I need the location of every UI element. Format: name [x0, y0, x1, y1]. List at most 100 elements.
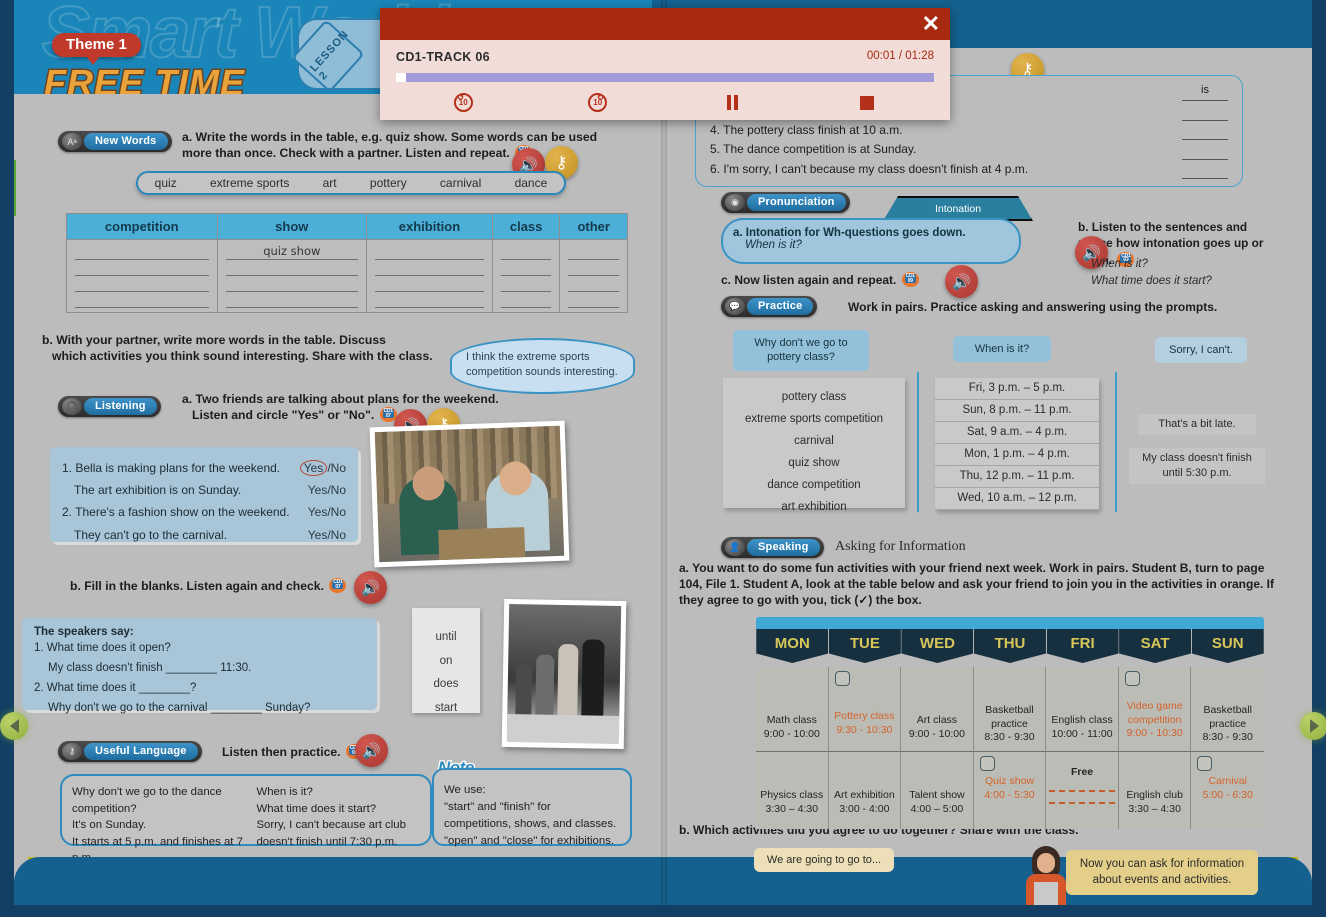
yes-no-answer[interactable]: Yes/No — [308, 524, 346, 546]
yes-no-answer[interactable]: Yes/No — [308, 501, 346, 523]
schedule-cell[interactable]: Free — [1046, 751, 1119, 829]
pause-button[interactable] — [665, 95, 800, 110]
grammar-answer-blank[interactable]: is — [1182, 82, 1228, 102]
list-item[interactable]: My class doesn't finish ________ 11:30. — [34, 658, 365, 678]
listening-instruction: a. Two friends are talking about plans f… — [182, 391, 512, 424]
close-icon[interactable]: ✕ — [922, 11, 940, 37]
speaking-badge: 👤 Speaking — [721, 537, 824, 558]
list-item[interactable]: Why don't we go to the carnival ________… — [34, 698, 365, 718]
activity-title: English club — [1126, 789, 1183, 801]
schedule-cell[interactable]: Basketball practice 8:30 - 9:30 — [973, 667, 1047, 751]
unit-title: FREE TIME — [42, 61, 246, 95]
table-cell-other[interactable] — [559, 239, 628, 313]
schedule-cell[interactable]: Math class 9:00 - 10:00 — [756, 667, 829, 751]
note-box: We use: "start" and "finish" for competi… — [432, 768, 632, 847]
practice-label: Practice — [747, 298, 814, 315]
schedule-cell[interactable]: English club 3:30 – 4:30 — [1118, 751, 1192, 829]
audio-controls: 10 ↺ 10 ↻ — [396, 92, 935, 112]
activity-time: 3:30 – 4:30 — [765, 802, 819, 815]
yes-no-answer[interactable]: Yes/No — [308, 479, 346, 501]
practice-times-card: Fri, 3 p.m. – 5 p.m. Sun, 8 p.m. – 11 p.… — [935, 378, 1099, 510]
audio-progress-bar[interactable] — [396, 73, 934, 82]
schedule-cell[interactable]: Basketball practice 8:30 - 9:30 — [1191, 667, 1264, 751]
list-item: It's on Sunday. — [72, 819, 147, 832]
pronunciation-a-example: When is it? — [745, 239, 802, 251]
app-window: Menu Smart World Theme 1 FREE TIME Can y… — [0, 0, 1326, 917]
useful-language-column-1: Why don't we go to the dance competition… — [72, 784, 256, 864]
grammar-answer-blank[interactable] — [1182, 160, 1228, 180]
table-cell-show[interactable]: quiz show — [216, 239, 368, 313]
stop-button[interactable] — [800, 95, 935, 110]
tick-checkbox[interactable] — [979, 756, 995, 771]
schedule-cell[interactable]: Quiz show 4:00 - 5:30 — [973, 751, 1047, 829]
speakers-say-panel: The speakers say: 1. What time does it o… — [22, 618, 377, 714]
next-page-button[interactable] — [1300, 712, 1326, 740]
activity-time: 9:00 - 10:00 — [763, 727, 820, 740]
table-header-cell: competition — [66, 213, 218, 240]
grammar-answer-blank[interactable] — [1182, 101, 1228, 121]
forward-10-button[interactable]: 10 ↻ — [588, 92, 608, 112]
schedule-cell[interactable]: Carnival 5:00 - 6:30 — [1191, 751, 1264, 829]
activity-title: Art exhibition — [834, 789, 895, 801]
list-item: 1. What time does it open? — [34, 642, 171, 654]
schedule-cell[interactable]: Art exhibition 3:00 - 4:00 — [828, 751, 902, 829]
word-bank-item: dance — [514, 176, 548, 190]
word-bank-item: carnival — [439, 176, 482, 190]
list-item[interactable]: 4. The pottery class finish at 10 a.m. — [710, 121, 1228, 141]
stop-icon — [859, 95, 874, 110]
tick-checkbox[interactable] — [834, 671, 850, 686]
fashion-runway-photo — [501, 598, 627, 750]
practice-bubble-2: When is it? — [953, 336, 1051, 363]
list-item: does — [433, 678, 459, 691]
list-item[interactable]: They can't go to the carnival. Yes/No — [62, 524, 346, 546]
list-item: until — [435, 631, 457, 643]
schedule-cell[interactable]: Pottery class 9:30 - 10:30 — [828, 667, 902, 751]
schedule-cell[interactable]: Talent show 4:00 – 5:00 — [901, 751, 974, 829]
list-item[interactable]: 1. Bella is making plans for the weekend… — [62, 457, 346, 479]
schedule-cell[interactable]: Physics class 3:30 – 4:30 — [756, 751, 829, 829]
speakers-say-header: The speakers say: — [34, 626, 134, 638]
schedule-cell[interactable]: English class 10:00 - 11:00 — [1046, 667, 1119, 751]
list-item[interactable]: 2. There's a fashion show on the weekend… — [62, 501, 346, 523]
tick-checkbox[interactable] — [1197, 756, 1213, 771]
list-item: extreme sports competition — [744, 413, 884, 426]
yes-no-answer[interactable]: Yes/No — [299, 457, 346, 479]
table-cell-competition[interactable] — [66, 239, 218, 313]
schedule-cell[interactable]: Art class 9:00 - 10:00 — [901, 667, 974, 751]
audio-dialog-header: ✕ — [380, 8, 950, 40]
list-item: pottery class — [781, 391, 847, 403]
side-bookmark-tab[interactable] — [14, 160, 16, 216]
pronunciation-label: Pronunciation — [747, 194, 846, 211]
day-header-thu: THU — [973, 629, 1047, 667]
audio-dialog-body: CD1-TRACK 06 00:01 / 01:28 10 ↺ 10 ↻ — [380, 40, 950, 120]
list-item: Sorry, I can't because art club doesn't … — [256, 819, 406, 848]
left-page: Smart World Theme 1 FREE TIME Can you • … — [14, 0, 727, 905]
cd-track-icon: CD1 07 — [329, 578, 347, 593]
tick-checkbox[interactable] — [1124, 671, 1140, 686]
table-cell-exhibition[interactable] — [366, 239, 493, 313]
activity-time: 3:00 - 4:00 — [839, 802, 890, 815]
list-item[interactable]: 2. What time does it ________? — [34, 678, 365, 698]
week-day-header-row: MON TUE WED THU FRI SAT SUN — [756, 629, 1264, 667]
list-item[interactable]: 5. The dance competition is at Sunday. — [710, 140, 1228, 160]
table-header-row: competition show exhibition class other — [66, 213, 628, 240]
grammar-answer-blank[interactable] — [1182, 140, 1228, 160]
audio-play-button-pron-c[interactable]: 🔊 — [945, 265, 978, 298]
schedule-cell[interactable]: Video game competition 9:00 - 10:30 — [1118, 667, 1192, 751]
list-item[interactable]: 6. I'm sorry, I can't because my class d… — [710, 160, 1228, 180]
person-speaking-icon: 👤 — [725, 539, 745, 556]
list-item: art exhibition — [781, 501, 847, 514]
practice-bubble-1: Why don't we go to pottery class? — [733, 330, 869, 371]
table-cell-class[interactable] — [491, 239, 561, 313]
activity-title: Quiz show — [984, 775, 1034, 787]
prev-page-button[interactable] — [0, 712, 28, 740]
grammar-answer-blank[interactable] — [1182, 121, 1228, 141]
list-item[interactable]: The art exhibition is on Sunday. Yes/No — [62, 479, 346, 501]
audio-play-button-fillblanks[interactable]: 🔊 — [354, 571, 387, 604]
note-line: We use: — [444, 784, 486, 796]
activity-time: 9:30 - 10:30 — [836, 723, 893, 736]
audio-play-button-usefullang[interactable]: 🔊 — [355, 734, 388, 767]
rewind-10-button[interactable]: 10 ↺ — [453, 92, 473, 112]
mouth-icon: ◉ — [725, 194, 745, 211]
list-item: Thu, 12 p.m. – 11 p.m. — [935, 466, 1099, 488]
